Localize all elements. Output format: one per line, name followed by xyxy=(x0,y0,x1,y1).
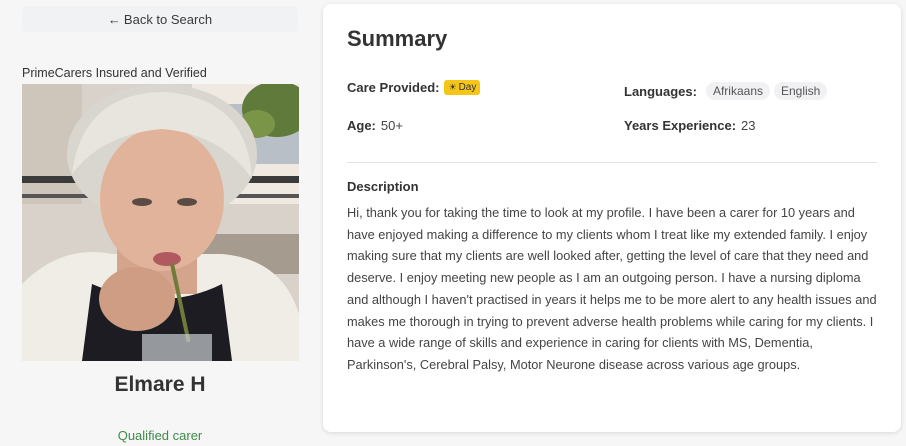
languages-label: Languages: xyxy=(624,83,697,99)
day-badge-label: Day xyxy=(458,82,477,93)
divider xyxy=(347,162,877,163)
carer-photo xyxy=(22,84,299,361)
age-value: 50+ xyxy=(380,118,403,133)
language-tag: English xyxy=(774,82,828,100)
age-field: Age: 50+ xyxy=(347,118,403,133)
sun-icon: ☀ xyxy=(448,82,457,92)
languages-field: Languages: Afrikaans English xyxy=(624,82,828,100)
day-badge: ☀ Day xyxy=(444,80,481,95)
arrow-left-icon: ← xyxy=(107,11,121,27)
experience-label: Years Experience: xyxy=(624,118,737,133)
experience-field: Years Experience: 23 xyxy=(624,118,756,133)
description-text: Hi, thank you for taking the time to loo… xyxy=(347,205,877,372)
care-provided-field: Care Provided: ☀ Day xyxy=(347,80,481,95)
care-provided-label: Care Provided: xyxy=(347,80,440,95)
back-to-search-label: Back to Search xyxy=(123,11,213,27)
qualified-carer-label: Qualified carer xyxy=(117,428,203,443)
language-tag: Afrikaans xyxy=(705,82,770,100)
experience-value: 23 xyxy=(741,118,756,133)
summary-title: Summary xyxy=(347,26,448,51)
profile-sidebar: ← Back to Search PrimeCarers Insured and… xyxy=(0,0,320,446)
verified-text: PrimeCarers Insured and Verified xyxy=(22,66,207,80)
summary-card: Summary Care Provided: ☀ Day Languages: … xyxy=(323,4,901,432)
carer-name: Elmare H xyxy=(114,373,206,396)
carer-photo-image xyxy=(22,84,299,361)
age-label: Age: xyxy=(347,118,376,133)
back-to-search-button[interactable]: ← Back to Search xyxy=(22,6,298,32)
description-title: Description xyxy=(347,179,419,194)
